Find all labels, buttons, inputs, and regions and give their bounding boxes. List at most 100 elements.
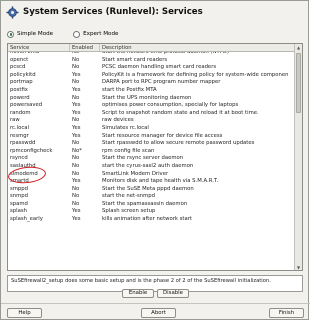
service-cell: powersaved — [10, 102, 43, 109]
expert-mode-radio[interactable]: Expert Mode — [73, 30, 119, 38]
table-row[interactable]: postfix Yes start the Postfix MTA — [8, 87, 296, 95]
service-cell: openct — [10, 56, 29, 63]
description-cell: Start the UPS monitoring daemon — [102, 94, 192, 101]
table-row[interactable]: powersaved Yes optimises power consumption… — [8, 102, 296, 110]
scroll-up-icon[interactable]: ▲ — [295, 44, 302, 51]
enabled-cell: No — [72, 117, 80, 124]
table-row[interactable]: snmpd No start the net-snmpd — [8, 193, 296, 201]
service-cell: snmpd — [10, 193, 29, 200]
description-cell: raw devices — [102, 117, 134, 124]
description-cell: start the net-snmpd — [102, 193, 156, 200]
table-header: Service Enabled Description — [8, 44, 296, 52]
enabled-cell: No — [72, 162, 80, 169]
simple-mode-radio[interactable]: Simple Mode — [7, 30, 54, 38]
description-cell: Monitors disk and tape health via S.M.A.… — [102, 178, 219, 185]
table-row[interactable]: rpmconfigcheck No* rpm config file scan — [8, 148, 296, 156]
description-cell: Start smart card readers — [102, 56, 168, 63]
enabled-cell: Yes — [72, 102, 81, 109]
enabled-cell: No — [72, 193, 80, 200]
expert-mode-label: Expert Mode — [83, 31, 119, 37]
description-cell: PolicyKit is a framework for defining po… — [102, 71, 289, 78]
services-window: System Services (Runlevel): Services Sim… — [0, 0, 310, 320]
mode-selector: Simple Mode Expert Mode — [7, 29, 138, 39]
description-cell: SmartLink Modem Driver — [102, 170, 169, 177]
enabled-cell: Yes — [72, 86, 81, 93]
table-row[interactable]: smppd No Start the SuSE Meta pppd daemon — [8, 186, 296, 194]
vertical-scrollbar[interactable]: ▲ ▼ — [294, 44, 302, 270]
service-cell: splash_early — [10, 216, 43, 223]
table-row[interactable]: smartd Yes Monitors disk and tape health v… — [8, 178, 296, 186]
description-cell: Start rpasswdd to allow secure remote pa… — [102, 140, 255, 147]
table-row[interactable]: random Yes Script to snapshot random state… — [8, 110, 296, 118]
table-row[interactable]: slmodemd No SmartLink Modem Driver — [8, 171, 296, 179]
service-cell: rc.local — [10, 124, 29, 131]
enabled-cell: No — [72, 79, 80, 86]
radio-unselected-icon[interactable] — [73, 30, 81, 38]
table-body: novell-zmd No Start the network time proto… — [8, 52, 296, 270]
service-cell: postfix — [10, 86, 28, 93]
table-row[interactable]: raw No raw devices — [8, 117, 296, 125]
service-cell: spamd — [10, 200, 28, 207]
table-row[interactable]: rpasswdd No Start rpasswdd to allow secure… — [8, 140, 296, 148]
service-cell: powerd — [10, 94, 30, 101]
service-cell: raw — [10, 117, 20, 124]
service-cell: random — [10, 109, 31, 116]
description-cell: PCSC daemon handling smart card readers — [102, 64, 217, 71]
table-row[interactable]: saslauthd No start the cyrus-sasl2 auth da… — [8, 163, 296, 171]
scroll-down-icon[interactable]: ▼ — [295, 264, 302, 270]
enabled-cell: Yes — [72, 132, 81, 139]
description-cell: Start the spamassassin daemon — [102, 200, 188, 207]
service-cell: rpasswdd — [10, 140, 36, 147]
description-cell: Simulates rc.local — [102, 124, 149, 131]
description-cell: Script to snapshot random state and relo… — [102, 109, 259, 116]
services-table[interactable]: Service Enabled Description novell-zmd No… — [7, 43, 303, 271]
service-cell: portmap — [10, 79, 33, 86]
service-cell: slmodemd — [10, 170, 38, 177]
footer-divider — [1, 303, 310, 304]
description-cell: Start the rsync server daemon — [102, 155, 184, 162]
table-row[interactable]: rc.local Yes Simulates rc.local — [8, 125, 296, 133]
enabled-cell: No — [72, 170, 80, 177]
enable-button[interactable]: Enable — [122, 289, 154, 298]
enabled-cell: Yes — [72, 124, 81, 131]
title-bar: System Services (Runlevel): Services — [5, 3, 307, 21]
help-button[interactable]: Help — [7, 308, 42, 318]
service-cell: resmgr — [10, 132, 29, 139]
abort-button[interactable]: Abort — [141, 308, 176, 318]
service-cell: pcscd — [10, 64, 26, 71]
table-row[interactable]: powerd No Start the UPS monitoring daemon — [8, 95, 296, 103]
column-header-description[interactable]: Description — [100, 44, 296, 51]
table-row[interactable]: rsyncd No Start the rsync server daemon — [8, 155, 296, 163]
table-row[interactable]: pcscd No PCSC daemon handling smart card r… — [8, 64, 296, 72]
table-row[interactable]: policykitd Yes PolicyKit is a framework fo… — [8, 72, 296, 80]
description-cell: optimises power consumption, specially f… — [102, 102, 239, 109]
service-cell: splash — [10, 208, 27, 215]
enabled-cell: No — [72, 155, 80, 162]
table-row[interactable]: portmap No DARPA port to RPC program numbe… — [8, 79, 296, 87]
column-header-enabled[interactable]: Enabled — [70, 44, 100, 51]
table-row[interactable]: spamd No Start the spamassassin daemon — [8, 201, 296, 209]
finish-button[interactable]: Finish — [269, 308, 304, 318]
service-cell: rpmconfigcheck — [10, 147, 53, 154]
description-cell: Start resource manager for device file a… — [102, 132, 223, 139]
disable-button[interactable]: Disable — [157, 289, 189, 298]
table-row[interactable]: resmgr Yes Start resource manager for devi… — [8, 133, 296, 141]
enabled-cell: No — [72, 56, 80, 63]
service-cell: smppd — [10, 185, 29, 192]
enabled-cell: No — [72, 94, 80, 101]
enabled-cell: Yes — [72, 208, 81, 215]
service-description-box: SuSEfirewall2_setup does some basic setu… — [7, 275, 303, 292]
service-cell: policykitd — [10, 71, 36, 78]
enabled-cell: Yes — [72, 178, 81, 185]
simple-mode-label: Simple Mode — [17, 31, 54, 37]
table-row[interactable]: splash_early Yes kills animation after net… — [8, 216, 296, 224]
enabled-cell: No — [72, 64, 80, 71]
column-header-service[interactable]: Service — [8, 44, 70, 51]
gear-icon — [5, 5, 19, 19]
scroll-thumb[interactable] — [296, 53, 301, 113]
description-cell: start the Postfix MTA — [102, 86, 157, 93]
radio-selected-icon[interactable] — [7, 30, 14, 38]
table-row[interactable]: openct No Start smart card readers — [8, 57, 296, 65]
table-row[interactable]: splash Yes Splash screen setup — [8, 208, 296, 216]
enabled-cell: Yes — [72, 109, 81, 116]
